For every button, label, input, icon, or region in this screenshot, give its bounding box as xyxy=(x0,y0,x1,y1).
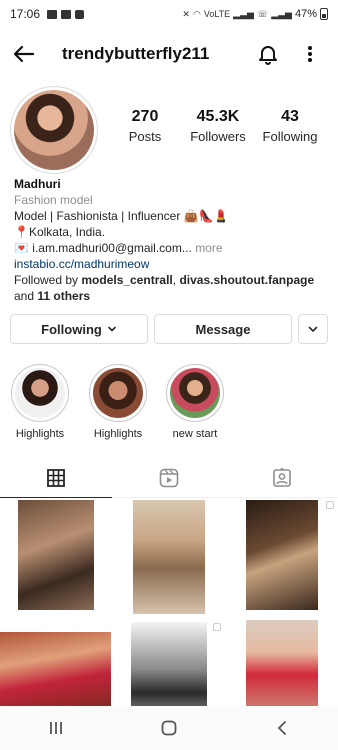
post-image xyxy=(133,500,205,614)
battery-icon xyxy=(320,8,328,20)
highlight-cover xyxy=(93,368,143,418)
back-icon[interactable] xyxy=(262,713,302,743)
multi-photo-icon xyxy=(326,623,334,631)
suggested-accounts-button[interactable] xyxy=(298,314,328,344)
bio-more-link[interactable]: more xyxy=(195,241,222,255)
network-label: VoLTE xyxy=(203,9,231,19)
following-count-label: Following xyxy=(262,129,318,144)
tab-posts-grid[interactable] xyxy=(0,458,112,498)
highlight-ring xyxy=(89,364,147,422)
followed-by-user-2[interactable]: divas.shoutout.fanpage xyxy=(179,273,314,287)
status-time: 17:06 xyxy=(10,7,41,21)
highlight-label: new start xyxy=(172,428,218,440)
tab-tagged[interactable] xyxy=(226,458,338,498)
following-button[interactable]: Following xyxy=(10,314,148,344)
grid-icon xyxy=(47,468,65,487)
post-thumbnail[interactable] xyxy=(113,498,224,618)
multi-photo-icon xyxy=(326,501,334,509)
posts-count-label: Posts xyxy=(128,129,162,144)
highlight-label: Highlights xyxy=(93,428,143,440)
highlight-cover xyxy=(170,368,220,418)
signal-2-icon: ▂▃▅ xyxy=(271,8,292,19)
bio-line-1: Model | Fashionista | Influencer 👜👠💄 xyxy=(14,209,229,223)
system-navigation-bar xyxy=(0,706,338,750)
gallery-notification-icon xyxy=(47,9,58,19)
followers-count-label: Followers xyxy=(190,129,246,144)
recent-apps-icon[interactable] xyxy=(36,713,76,743)
chevron-down-icon xyxy=(108,326,116,332)
chevron-down-icon xyxy=(308,326,318,333)
highlight-item[interactable]: Highlights xyxy=(87,364,149,440)
highlight-ring xyxy=(166,364,224,422)
highlight-label: Highlights xyxy=(15,428,65,440)
followed-by-and: and xyxy=(14,289,35,303)
profile-username: trendybutterfly211 xyxy=(62,44,210,63)
highlight-ring xyxy=(11,364,69,422)
bio-line-2: 📍Kolkata, India. xyxy=(14,225,105,239)
following-button-label: Following xyxy=(41,321,102,337)
more-vertical-icon[interactable] xyxy=(300,42,320,66)
post-thumbnail[interactable] xyxy=(0,498,111,618)
wifi-icon: ◠ xyxy=(192,8,201,19)
bio-name: Madhuri xyxy=(14,177,61,191)
followers-count[interactable]: 45.3K Followers xyxy=(186,108,250,144)
post-thumbnail[interactable] xyxy=(226,498,337,618)
posts-count[interactable]: 270 Posts xyxy=(122,108,168,144)
multi-photo-icon xyxy=(213,501,221,509)
app-notification-icon xyxy=(75,9,85,19)
status-bar: 17:06 ✕ ◠ VoLTE ▂▃▅ ☏ ▂▃▅ 47% xyxy=(0,0,338,28)
screenshot-notification-icon xyxy=(61,9,72,19)
profile-tabs xyxy=(0,458,338,498)
highlight-item[interactable]: new start xyxy=(164,364,226,440)
following-count-number: 43 xyxy=(281,108,299,125)
followed-by-others[interactable]: 11 others xyxy=(37,289,90,303)
posts-count-number: 270 xyxy=(131,108,159,125)
following-count[interactable]: 43 Following xyxy=(258,108,322,144)
followed-by-others-line: and 11 others xyxy=(14,288,330,304)
bio-line-3: 💌 i.am.madhuri00@gmail.com... xyxy=(14,241,192,255)
home-icon[interactable] xyxy=(149,713,189,743)
message-button[interactable]: Message xyxy=(154,314,292,344)
mute-icon: ✕ xyxy=(182,8,190,19)
profile-header: trendybutterfly211 xyxy=(0,36,338,72)
bio-category: Fashion model xyxy=(14,193,93,207)
bio-website-link[interactable]: instabio.cc/madhurimeow xyxy=(14,256,330,272)
followed-by-user-1[interactable]: models_centrall xyxy=(81,273,172,287)
bell-icon[interactable] xyxy=(256,42,280,66)
multi-photo-icon xyxy=(100,501,108,509)
followers-count-number: 45.3K xyxy=(196,108,240,125)
post-image xyxy=(246,500,318,610)
highlight-cover xyxy=(15,368,65,418)
bio-line-3-wrap: 💌 i.am.madhuri00@gmail.com... more xyxy=(14,240,330,256)
message-button-label: Message xyxy=(195,321,251,337)
highlight-item[interactable]: Highlights xyxy=(9,364,71,440)
tab-reels[interactable] xyxy=(113,458,225,498)
profile-avatar[interactable] xyxy=(10,86,98,174)
multi-photo-icon xyxy=(100,623,108,631)
call-icon: ☏ xyxy=(256,8,269,19)
status-right: ✕ ◠ VoLTE ▂▃▅ ☏ ▂▃▅ 47% xyxy=(182,8,328,20)
post-image xyxy=(18,500,94,610)
followed-by-sep: , xyxy=(172,273,177,287)
tagged-icon xyxy=(273,468,291,487)
multi-photo-icon xyxy=(213,623,221,631)
followed-by: Followed by models_centrall, divas.shout… xyxy=(14,272,330,288)
signal-icon: ▂▃▅ xyxy=(233,8,254,19)
reels-icon xyxy=(159,468,179,488)
arrow-left-icon[interactable] xyxy=(12,42,36,66)
followed-by-prefix: Followed by xyxy=(14,273,79,287)
status-left: 17:06 xyxy=(10,7,85,21)
post-image xyxy=(0,632,111,712)
battery-percent: 47% xyxy=(294,8,317,20)
avatar xyxy=(14,90,94,170)
profile-bio: Madhuri Fashion model Model | Fashionist… xyxy=(14,176,330,304)
